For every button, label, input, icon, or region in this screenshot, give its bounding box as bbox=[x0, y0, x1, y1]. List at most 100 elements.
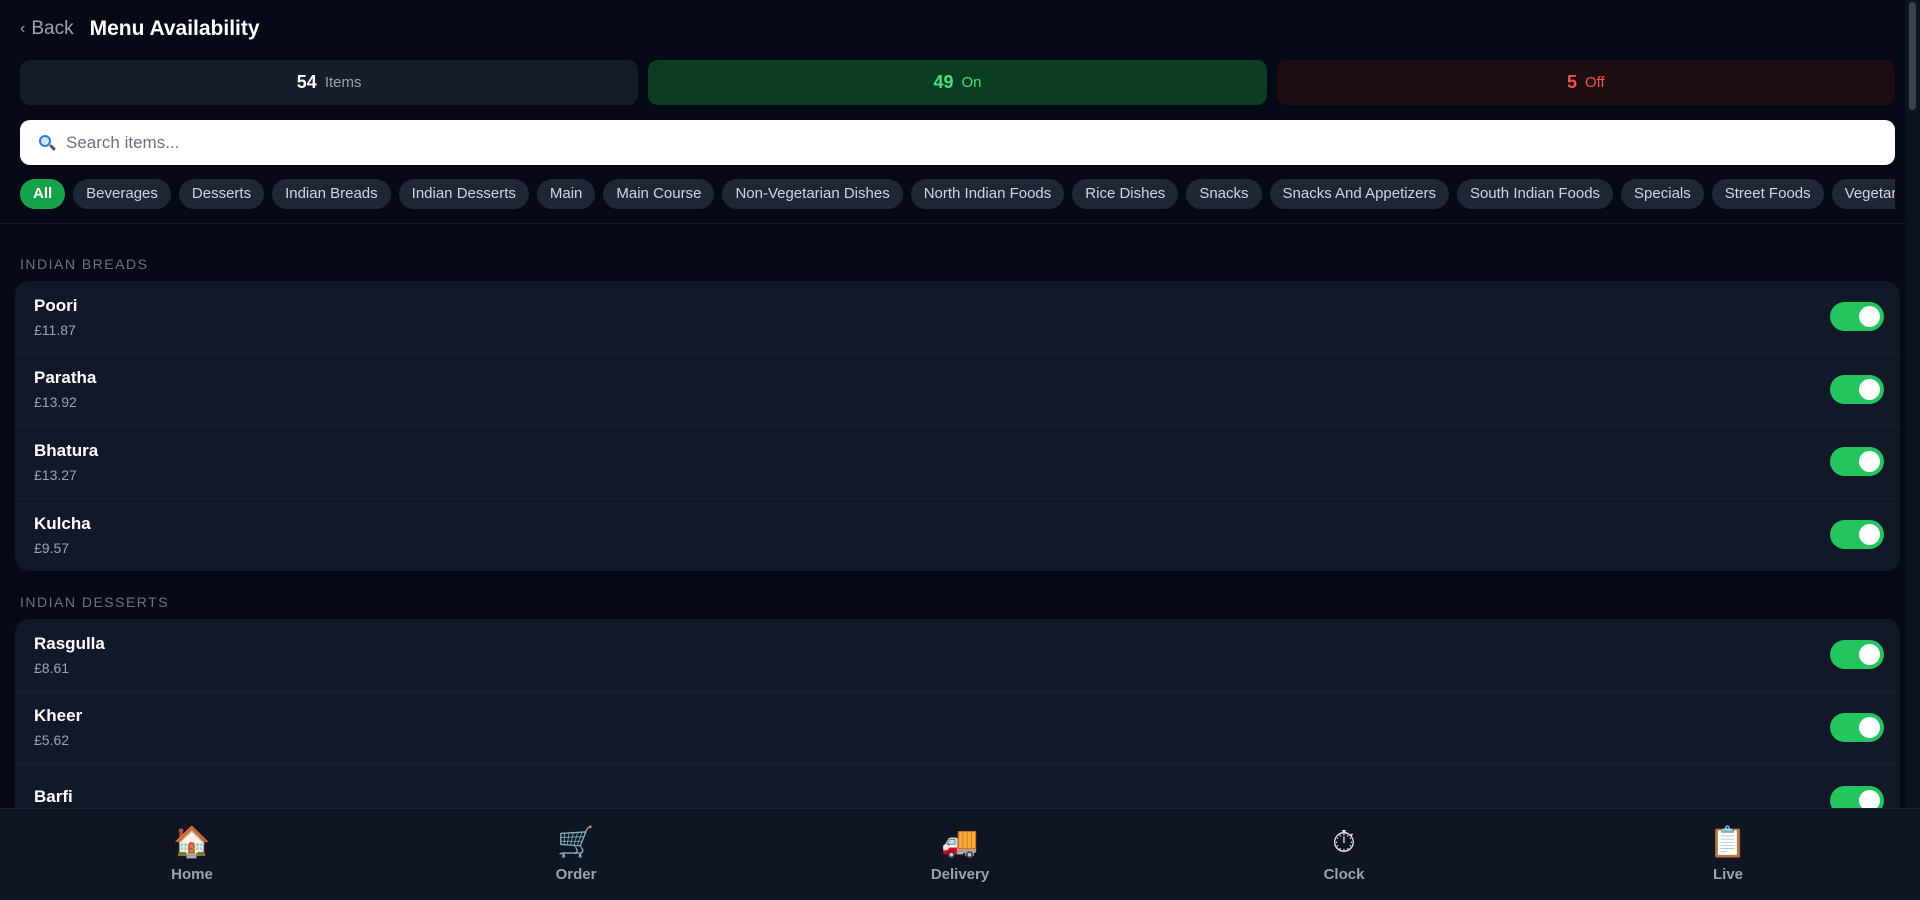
stat-on-value: 49 bbox=[933, 72, 954, 92]
menu-item-price: £13.92 bbox=[34, 394, 77, 411]
menu-item-row: Bhatura £13.27 bbox=[15, 426, 1900, 499]
category-chip-snacks-and-appetizers[interactable]: Snacks And Appetizers bbox=[1269, 179, 1449, 209]
menu-item-name: Kulcha bbox=[34, 513, 91, 533]
category-chip-all[interactable]: All bbox=[20, 179, 66, 209]
category-filter-chips: All Beverages Desserts Indian Breads Indian … bbox=[20, 179, 1895, 209]
section-card-indian-desserts: Rasgulla £8.61 Kheer £5.62 Barfi bbox=[15, 619, 1900, 808]
search-bar bbox=[20, 120, 1895, 165]
availability-toggle[interactable] bbox=[1830, 640, 1884, 670]
nav-item-live[interactable]: 📋 Live bbox=[1536, 809, 1920, 900]
menu-availability-page: ‹ Back Menu Availability 54 Items 49 On … bbox=[0, 0, 1905, 808]
menu-item-row: Poori £11.87 bbox=[15, 281, 1900, 354]
section-title-indian-breads: INDIAN BREADS bbox=[20, 256, 149, 272]
availability-toggle[interactable] bbox=[1830, 785, 1884, 808]
clipboard-icon: 📋 bbox=[1709, 826, 1747, 859]
section-title-indian-desserts: INDIAN DESSERTS bbox=[20, 594, 170, 610]
menu-item-name: Barfi bbox=[34, 787, 73, 807]
category-chip-vegetarian[interactable]: Vegetarian bbox=[1831, 179, 1895, 209]
back-button[interactable]: ‹ Back bbox=[20, 18, 74, 40]
menu-item-info: Bhatura £13.27 bbox=[34, 441, 98, 483]
section-card-indian-breads: Poori £11.87 Paratha £13.92 Bhatura £13.27 Kul… bbox=[15, 281, 1900, 571]
toggle-knob bbox=[1859, 789, 1880, 808]
nav-label: Order bbox=[555, 866, 597, 883]
house-icon: 🏠 bbox=[173, 826, 211, 859]
category-chip-snacks[interactable]: Snacks bbox=[1186, 179, 1262, 209]
page-title: Menu Availability bbox=[89, 17, 260, 40]
availability-toggle[interactable] bbox=[1830, 712, 1884, 742]
category-chip-beverages[interactable]: Beverages bbox=[73, 179, 171, 209]
category-chip-indian-desserts[interactable]: Indian Desserts bbox=[398, 179, 529, 209]
back-label: Back bbox=[31, 18, 74, 39]
toggle-knob bbox=[1859, 716, 1880, 738]
cart-icon: 🛒 bbox=[557, 826, 595, 859]
scrollbar-thumb[interactable] bbox=[1909, 2, 1916, 110]
stat-total-label: Items bbox=[324, 74, 362, 91]
availability-toggle[interactable] bbox=[1830, 447, 1884, 477]
category-chip-non-vegetarian-dishes[interactable]: Non-Vegetarian Dishes bbox=[722, 179, 903, 209]
category-chip-indian-breads[interactable]: Indian Breads bbox=[272, 179, 391, 209]
menu-item-price: £5.62 bbox=[34, 732, 70, 749]
nav-label: Delivery bbox=[930, 866, 990, 883]
category-chip-main[interactable]: Main bbox=[536, 179, 596, 209]
menu-item-row: Kheer £5.62 bbox=[15, 692, 1900, 764]
menu-item-name: Poori bbox=[34, 295, 78, 315]
stat-total-items[interactable]: 54 Items bbox=[20, 60, 639, 105]
stats-bar: 54 Items 49 On 5 Off bbox=[20, 60, 1895, 105]
category-chip-south-indian-foods[interactable]: South Indian Foods bbox=[1456, 179, 1614, 209]
menu-item-info: Kheer £5.62 bbox=[34, 706, 82, 748]
category-chip-main-course[interactable]: Main Course bbox=[603, 179, 715, 209]
category-chip-desserts[interactable]: Desserts bbox=[178, 179, 265, 209]
category-chip-street-foods[interactable]: Street Foods bbox=[1711, 179, 1824, 209]
nav-item-delivery[interactable]: 🚚 Delivery bbox=[768, 809, 1152, 900]
bottom-navigation: 🏠 Home 🛒 Order 🚚 Delivery ⏱ Clock 📋 Live bbox=[0, 808, 1920, 900]
stat-off-items[interactable]: 5 Off bbox=[1276, 60, 1895, 105]
divider bbox=[0, 223, 1905, 224]
nav-item-clock[interactable]: ⏱ Clock bbox=[1152, 809, 1536, 900]
menu-item-name: Kheer bbox=[34, 706, 83, 726]
toggle-knob bbox=[1859, 378, 1880, 400]
menu-item-name: Bhatura bbox=[34, 440, 99, 460]
category-chip-specials[interactable]: Specials bbox=[1621, 179, 1704, 209]
stat-on-label: On bbox=[961, 74, 982, 91]
nav-label: Live bbox=[1712, 866, 1743, 883]
nav-item-order[interactable]: 🛒 Order bbox=[384, 809, 768, 900]
menu-item-name: Rasgulla bbox=[34, 633, 105, 653]
menu-item-info: Paratha £13.92 bbox=[34, 368, 96, 410]
menu-item-info: Poori £11.87 bbox=[34, 296, 77, 338]
category-chip-rice-dishes[interactable]: Rice Dishes bbox=[1072, 179, 1179, 209]
menu-item-price: £11.87 bbox=[34, 321, 76, 338]
menu-item-info: Barfi bbox=[34, 787, 73, 808]
stat-on-items[interactable]: 49 On bbox=[648, 60, 1267, 105]
stat-total-value: 54 bbox=[296, 72, 317, 92]
menu-item-row: Barfi bbox=[15, 764, 1900, 808]
stopwatch-icon: ⏱ bbox=[1332, 826, 1356, 859]
menu-item-name: Paratha bbox=[34, 368, 97, 388]
availability-toggle[interactable] bbox=[1830, 302, 1884, 332]
menu-item-info: Rasgulla £8.61 bbox=[34, 634, 105, 676]
menu-item-price: £8.61 bbox=[34, 659, 70, 676]
toggle-knob bbox=[1859, 451, 1880, 473]
availability-toggle[interactable] bbox=[1830, 374, 1884, 404]
scrollbar[interactable] bbox=[1905, 0, 1920, 808]
header: ‹ Back Menu Availability bbox=[20, 16, 260, 42]
toggle-knob bbox=[1859, 644, 1880, 666]
stat-off-value: 5 bbox=[1566, 72, 1577, 92]
nav-label: Clock bbox=[1323, 866, 1365, 883]
menu-item-price: £13.27 bbox=[34, 466, 77, 483]
search-input[interactable] bbox=[66, 132, 1846, 153]
menu-item-price: £9.57 bbox=[34, 539, 70, 556]
toggle-knob bbox=[1859, 524, 1880, 546]
menu-item-row: Kulcha £9.57 bbox=[15, 499, 1900, 572]
nav-label: Home bbox=[171, 866, 213, 883]
chevron-left-icon: ‹ bbox=[20, 20, 26, 37]
toggle-knob bbox=[1859, 306, 1880, 328]
category-chip-north-indian-foods[interactable]: North Indian Foods bbox=[910, 179, 1065, 209]
menu-item-info: Kulcha £9.57 bbox=[34, 514, 91, 556]
truck-icon: 🚚 bbox=[941, 826, 979, 859]
menu-item-row: Paratha £13.92 bbox=[15, 354, 1900, 426]
search-icon bbox=[38, 134, 57, 152]
availability-toggle[interactable] bbox=[1830, 520, 1884, 550]
nav-item-home[interactable]: 🏠 Home bbox=[0, 809, 384, 900]
menu-item-row: Rasgulla £8.61 bbox=[15, 619, 1900, 692]
stat-off-label: Off bbox=[1584, 74, 1605, 91]
